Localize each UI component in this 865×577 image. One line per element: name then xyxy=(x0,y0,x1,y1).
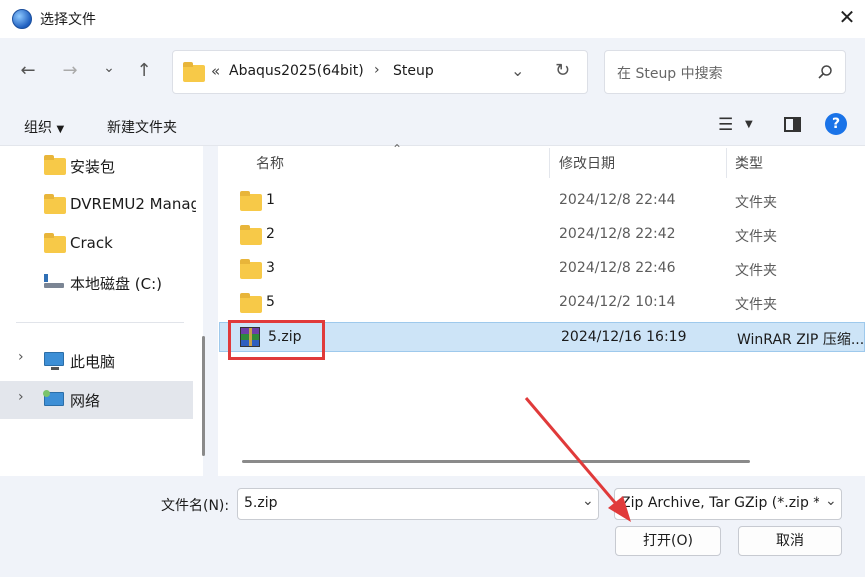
annotation-arrow xyxy=(524,397,631,522)
